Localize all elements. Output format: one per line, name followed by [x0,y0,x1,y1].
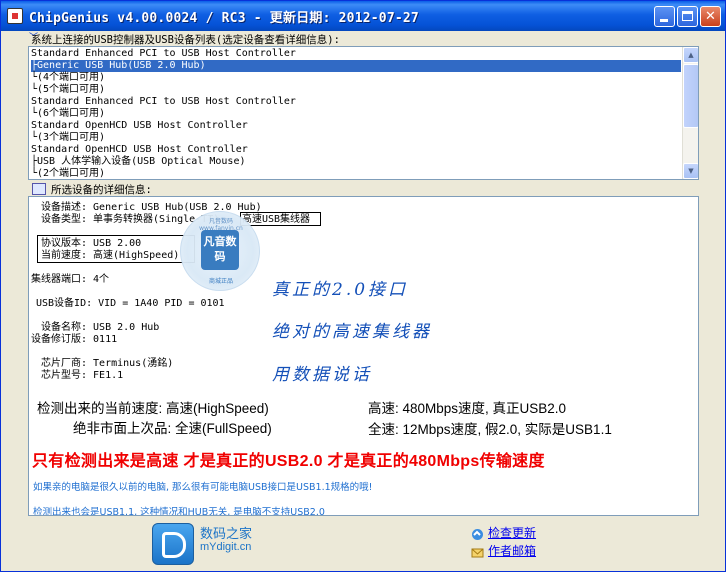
chip-vendor: 芯片厂商: Terminus(湧銘) [41,358,174,369]
market-inferior-text: 绝非市面上次品: 全速(FullSpeed) [73,421,272,436]
device-name: 设备名称: USB 2.0 Hub [41,322,160,333]
list-scrollbar[interactable]: ▲ ▼ [682,47,698,179]
details-icon [32,183,46,195]
logo-site[interactable]: mYdigit.cn [200,541,251,553]
app-window: ChipGenius v4.00.0024 / RC3 - 更新日期: 2012… [0,0,726,572]
list-item[interactable]: └(3个端口可用) [31,132,105,144]
list-item[interactable]: Standard Enhanced PCI to USB Host Contro… [31,48,296,60]
scroll-thumb[interactable] [683,64,698,128]
detected-speed-text: 检测出来的当前速度: 高速(HighSpeed) [37,401,269,416]
annotation-real-20: 真正的2.0接口 [272,280,409,300]
shop-stamp: 凡音数码 www.fanyin.cn 凡音数码 商城正品 [180,211,260,291]
list-item[interactable]: Standard OpenHCD USB Host Controller [31,120,248,132]
hub-ports: 集线器端口: 4个 [31,274,110,285]
close-button[interactable]: ✕ [700,6,721,27]
app-icon [7,8,23,24]
blue-note-old-pc: 如果亲的电脑是很久以前的电脑, 那么很有可能电脑USB接口是USB1.1规格的哦… [33,482,373,493]
mydigit-logo[interactable] [152,523,194,565]
list-item[interactable]: Standard OpenHCD USB Host Controller [31,144,248,156]
device-list[interactable]: Standard Enhanced PCI to USB Host Contro… [28,46,699,180]
red-warning-note: 只有检测出来是高速 才是真正的USB2.0 才是真正的480Mbps传输速度 [32,453,545,470]
list-item[interactable]: └(5个端口可用) [31,84,105,96]
close-icon: ✕ [705,9,716,24]
mydigit-logo-icon [162,532,186,558]
details-panel[interactable]: 设备描述: Generic USB Hub(USB 2.0 Hub) 设备类型:… [28,196,699,516]
device-list-header: 系统上连接的USB控制器及USB设备列表(选定设备查看详细信息): [31,34,340,46]
list-item[interactable]: └(4个端口可用) [31,72,105,84]
list-item[interactable]: Standard Enhanced PCI to USB Host Contro… [31,96,296,108]
author-email-link[interactable]: 作者邮箱 [488,542,536,559]
full-speed-desc: 全速: 12Mbps速度, 假2.0, 实际是USB1.1 [368,422,612,437]
chip-model: 芯片型号: FE1.1 [41,370,124,381]
stamp-bottom: 商城正品 [208,278,233,285]
annotation-data-speaks: 用数据说话 [272,365,372,385]
device-revision: 设备修订版: 0111 [31,334,118,345]
protocol-version: 协议版本: USB 2.00 [41,238,142,249]
list-item[interactable]: ├USB 人体学输入设备(USB Optical Mouse) [31,156,246,168]
usb-device-id: USB设备ID: VID = 1A40 PID = 0101 [36,298,225,309]
window-title: ChipGenius v4.00.0024 / RC3 - 更新日期: 2012… [29,11,419,26]
minimize-button[interactable] [654,6,675,27]
device-type-boxed: 高速USB集线器 [242,214,311,225]
minimize-icon [660,19,668,22]
maximize-button[interactable] [677,6,698,27]
current-speed: 当前速度: 高速(HighSpeed) [41,250,180,261]
annotation-high-speed-hub: 绝对的高速集线器 [272,322,432,342]
blue-note-usb11: 检测出来也会是USB1.1, 这种情况和HUB无关, 是电脑不支持USB2.0 [33,507,325,516]
list-item[interactable]: └(2个端口可用) [31,168,105,179]
title-bar[interactable]: ChipGenius v4.00.0024 / RC3 - 更新日期: 2012… [1,1,725,31]
high-speed-desc: 高速: 480Mbps速度, 真正USB2.0 [368,401,567,416]
stamp-center: 凡音数码 [201,230,239,270]
scroll-down-button[interactable]: ▼ [683,163,698,179]
list-item-selected[interactable]: ├Generic USB Hub(USB 2.0 Hub) [31,60,681,72]
list-item[interactable]: └(6个端口可用) [31,108,105,120]
maximize-icon [682,11,693,21]
details-header: 所选设备的详细信息: [51,184,152,196]
check-update-link[interactable]: 检查更新 [488,524,536,541]
logo-name[interactable]: 数码之家 [200,523,252,542]
update-icon [471,526,484,540]
scroll-up-button[interactable]: ▲ [683,47,698,63]
email-icon [471,544,484,558]
